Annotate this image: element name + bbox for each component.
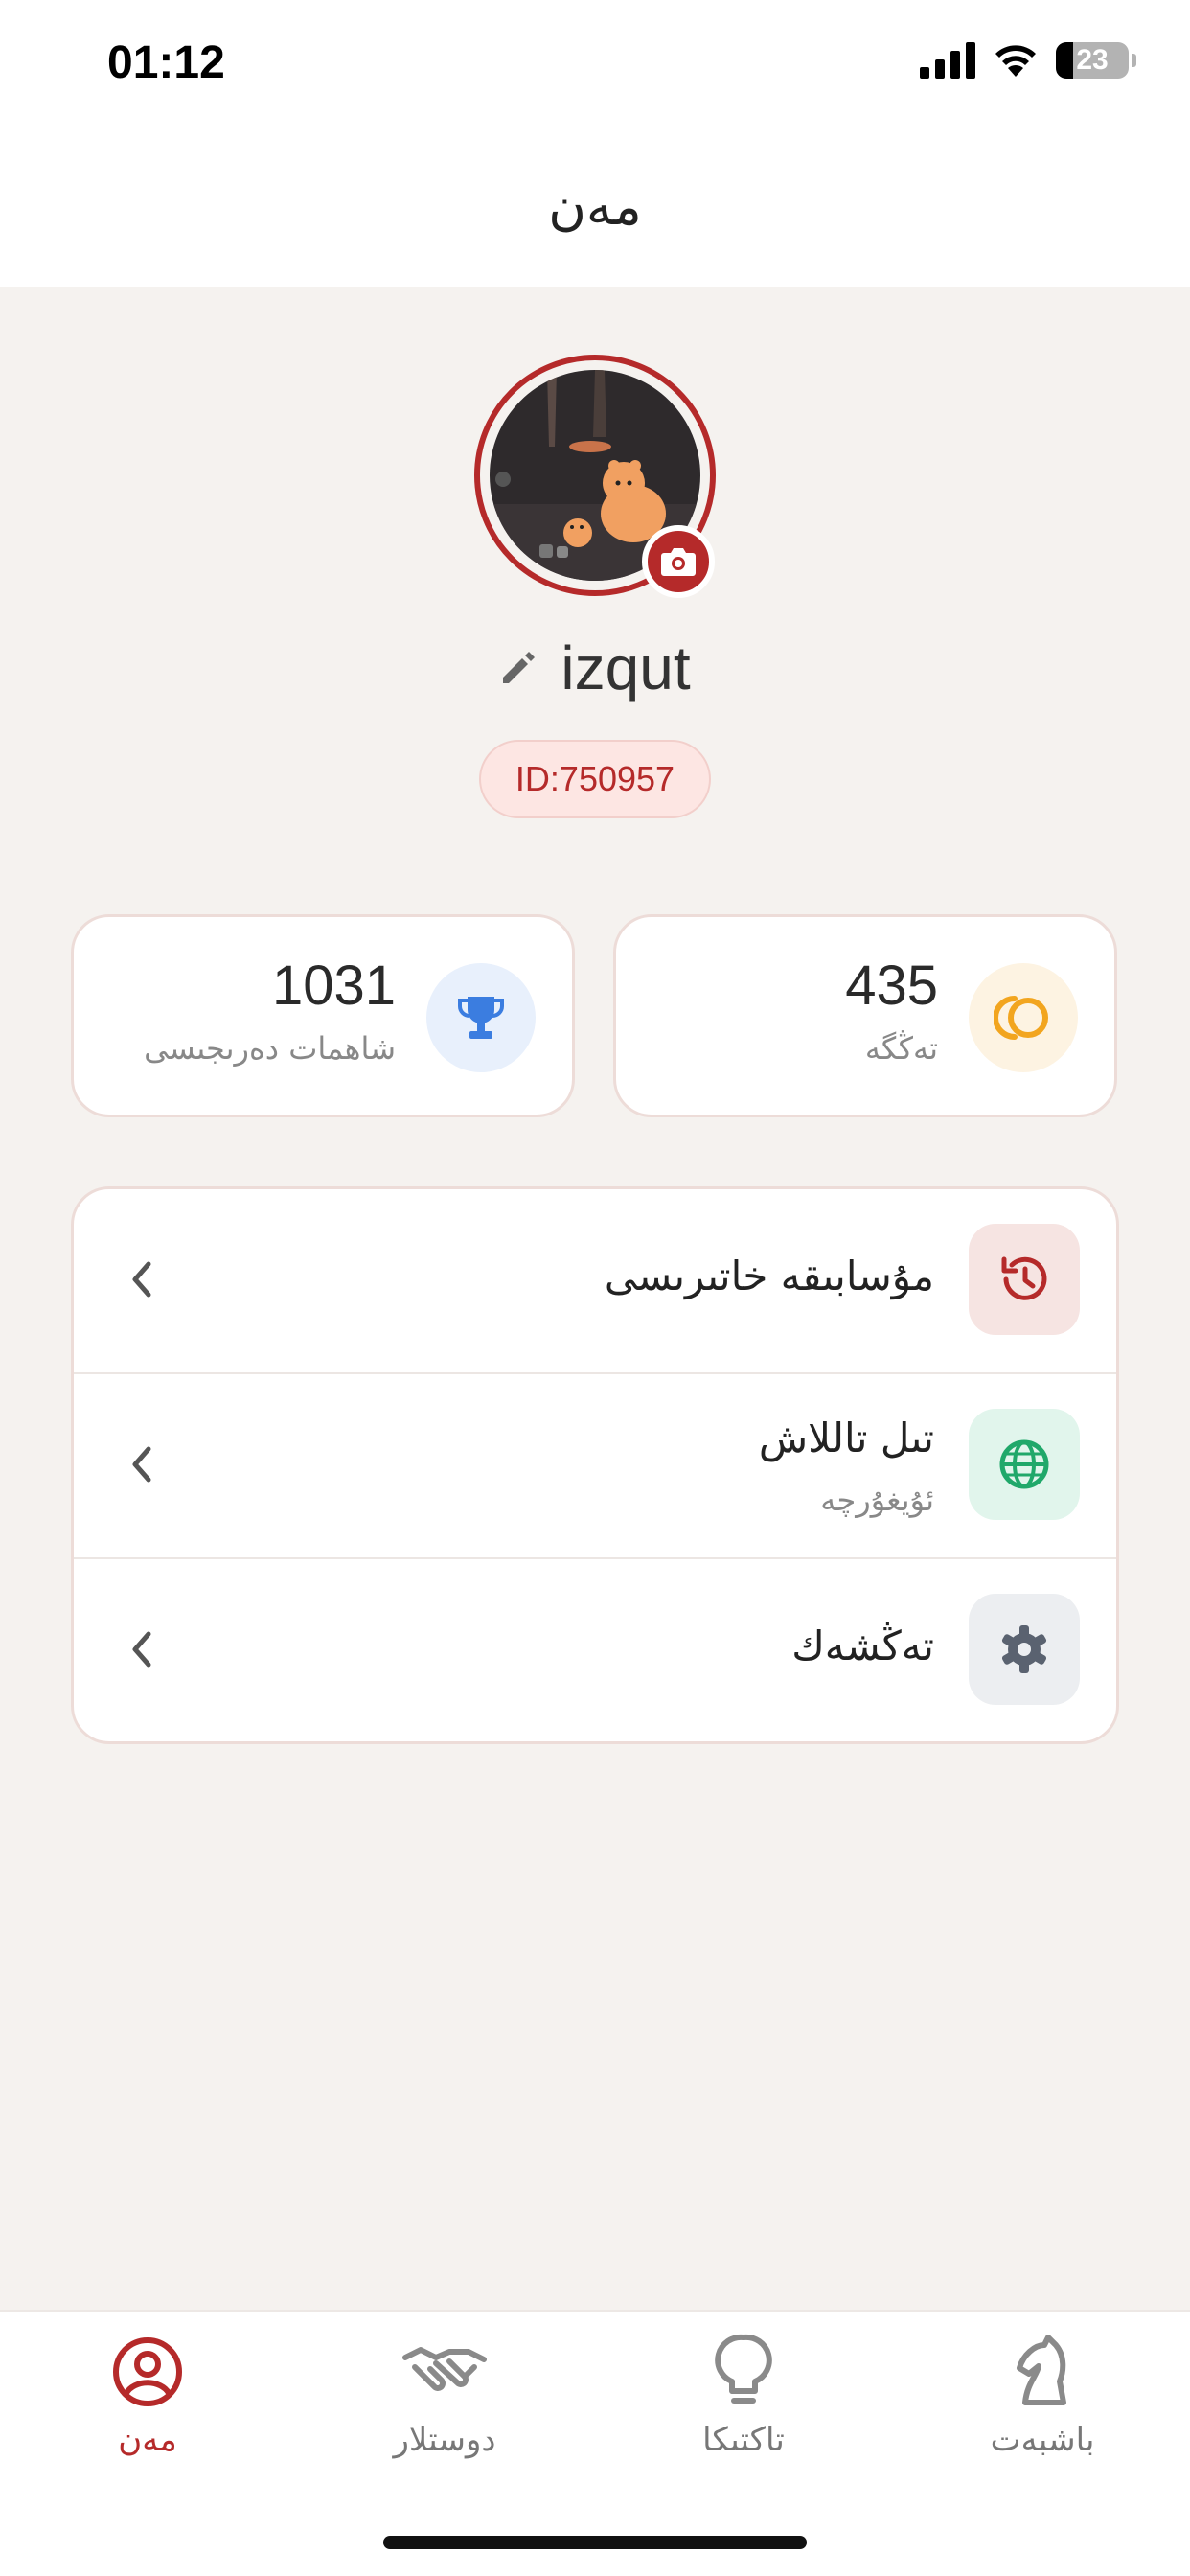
tab-tactics[interactable]: تاكتىكا	[638, 2331, 849, 2474]
status-icons: 23	[920, 42, 1136, 79]
menu-item-match-history[interactable]: مۇسابىقە خاتىرىسى	[74, 1189, 1116, 1374]
chevron-left-icon	[132, 1261, 151, 1298]
tab-home[interactable]: باشبەت	[937, 2331, 1148, 2474]
coin-icon	[969, 963, 1078, 1072]
page-header: مەن	[0, 128, 1190, 287]
menu-title-match-history: مۇسابىقە خاتىرىسى	[604, 1253, 934, 1300]
menu-title-language: تىل تاللاش	[758, 1414, 934, 1461]
home-indicator	[383, 2536, 807, 2549]
rating-value: 1031	[271, 954, 396, 1017]
signal-icon	[920, 42, 975, 79]
coins-label: تەڭگە	[864, 1030, 938, 1067]
history-icon	[969, 1224, 1080, 1335]
rating-card: 1031 شاھمات دەرىجىسى	[71, 914, 575, 1117]
menu-item-language[interactable]: تىل تاللاش ئۇيغۇرچە	[74, 1374, 1116, 1559]
menu-item-settings[interactable]: تەڭشەك	[74, 1559, 1116, 1741]
tab-label-home: باشبەت	[990, 2421, 1095, 2459]
chess-knight-icon	[1017, 2334, 1066, 2405]
username: izqut	[561, 633, 691, 702]
status-time: 01:12	[107, 37, 225, 88]
gear-icon	[969, 1594, 1080, 1705]
lightbulb-icon	[715, 2334, 772, 2404]
status-bar: 01:12 23	[0, 0, 1190, 128]
tab-label-tactics: تاكتىكا	[702, 2421, 785, 2459]
menu-title-settings: تەڭشەك	[791, 1622, 934, 1669]
battery-level: 23	[1076, 44, 1109, 76]
user-id-badge: ID:750957	[479, 740, 711, 818]
user-circle-icon	[113, 2337, 182, 2406]
tab-friends[interactable]: دوستلار	[339, 2331, 550, 2474]
coins-value: 435	[845, 954, 938, 1017]
coins-card: 435 تەڭگە	[613, 914, 1117, 1117]
battery-icon: 23	[1056, 42, 1136, 79]
wifi-icon	[995, 45, 1036, 77]
chevron-left-icon	[132, 1631, 151, 1668]
handshake-icon	[402, 2347, 487, 2391]
globe-icon	[969, 1409, 1080, 1520]
camera-icon	[661, 548, 696, 576]
tab-label-friends: دوستلار	[393, 2421, 496, 2459]
chevron-left-icon	[132, 1446, 151, 1483]
menu-subtitle-language: ئۇيغۇرچە	[820, 1482, 934, 1518]
page-title: مەن	[548, 176, 642, 237]
rating-label: شاھمات دەرىجىسى	[144, 1030, 396, 1067]
change-avatar-button[interactable]	[642, 525, 715, 598]
pencil-icon[interactable]	[499, 649, 538, 687]
username-row: izqut	[0, 632, 1190, 703]
trophy-icon	[426, 963, 536, 1072]
tab-label-me: مەن	[118, 2421, 177, 2459]
tab-me[interactable]: مەن	[42, 2331, 253, 2474]
settings-menu: مۇسابىقە خاتىرىسى تىل تاللاش ئۇيغۇرچە تە…	[71, 1186, 1119, 1744]
